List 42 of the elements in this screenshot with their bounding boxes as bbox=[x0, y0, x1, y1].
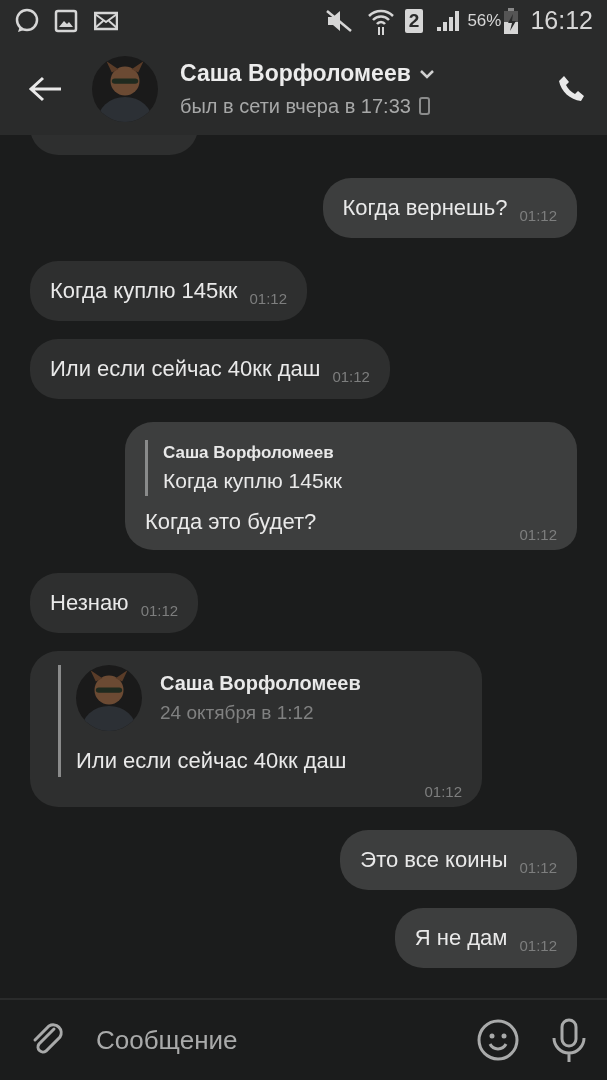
forward-date: 24 октября в 1:12 bbox=[160, 701, 315, 725]
quote-author: Саша Ворфоломеев bbox=[163, 442, 335, 464]
emoji-button[interactable] bbox=[477, 1019, 519, 1061]
message-text: Незнаю bbox=[50, 590, 129, 615]
message-text: Или если сейчас 40кк даш bbox=[76, 747, 348, 775]
microphone-button[interactable] bbox=[551, 1018, 587, 1062]
message-text: Я не дам bbox=[414, 925, 508, 950]
message-text: Когда вернешь? bbox=[342, 195, 508, 220]
chat-icon bbox=[14, 8, 40, 34]
message-text: Это все коины bbox=[360, 847, 508, 872]
message-input[interactable]: Сообщение bbox=[94, 1019, 434, 1061]
sim-indicator: 2 bbox=[404, 9, 424, 33]
smiley-icon bbox=[477, 1019, 519, 1061]
message-text: Когда это будет? bbox=[145, 508, 317, 536]
message-time: 01:12 bbox=[519, 526, 557, 544]
image-icon bbox=[54, 9, 78, 33]
message-time: 01:12 bbox=[424, 783, 462, 801]
message-time: 01:12 bbox=[140, 602, 179, 620]
message-time: 01:12 bbox=[519, 937, 557, 955]
message-text: Или если сейчас 40кк даш bbox=[50, 356, 321, 381]
battery-percent: 56% bbox=[467, 10, 502, 33]
forward-author: Саша Ворфоломеев bbox=[160, 671, 361, 696]
quote-text: Когда куплю 145кк bbox=[163, 468, 343, 494]
battery-icon bbox=[504, 8, 519, 34]
online-status: был в сети вчера в 17:33 bbox=[180, 93, 411, 119]
wifi-icon bbox=[366, 7, 395, 35]
message-time: 01:12 bbox=[249, 290, 287, 308]
mail-icon bbox=[94, 11, 118, 31]
reply-quote[interactable]: Саша Ворфоломеев Когда куплю 145кк bbox=[145, 440, 557, 496]
contact-name: Саша Ворфоломеев bbox=[180, 59, 411, 89]
chevron-down-icon[interactable] bbox=[418, 68, 435, 79]
message-time: 01:12 bbox=[519, 207, 557, 225]
mute-icon bbox=[324, 9, 353, 33]
phone-device-icon bbox=[418, 96, 430, 115]
microphone-icon bbox=[551, 1018, 587, 1062]
back-icon bbox=[28, 75, 62, 102]
message-time: 01:12 bbox=[519, 859, 557, 877]
message-text: Когда куплю 145кк bbox=[50, 278, 238, 303]
back-button[interactable] bbox=[28, 75, 62, 102]
signal-icon bbox=[435, 9, 462, 33]
message-time: 01:12 bbox=[332, 368, 370, 386]
clock: 16:12 bbox=[530, 5, 593, 37]
